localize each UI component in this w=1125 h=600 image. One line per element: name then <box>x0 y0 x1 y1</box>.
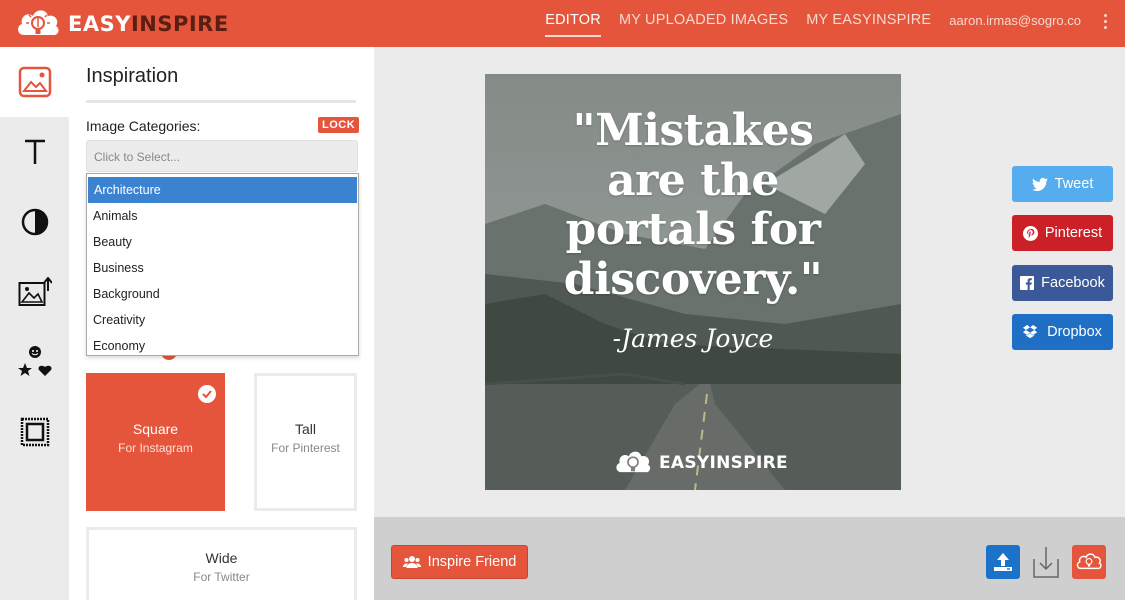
pinterest-button[interactable]: Pinterest <box>1012 215 1113 251</box>
logo-cloud-icon <box>18 10 59 36</box>
size-option-tall[interactable]: Tall For Pinterest <box>254 373 357 511</box>
quote-text[interactable]: "Mistakes are the portals for discovery.… <box>485 106 901 304</box>
rail-item-inspiration[interactable] <box>0 47 69 117</box>
frame-icon <box>20 417 49 447</box>
inspire-friend-label: Inspire Friend <box>427 554 517 570</box>
quote-author[interactable]: -James Joyce <box>485 324 901 353</box>
kebab-menu-icon[interactable] <box>1097 12 1113 30</box>
top-bar: EASYINSPIRE EDITOR MY UPLOADED IMAGES MY… <box>0 0 1125 47</box>
tweet-label: Tweet <box>1054 176 1094 192</box>
quote-line: are the <box>607 154 779 206</box>
size-option-square[interactable]: Square For Instagram <box>86 373 225 511</box>
image-upload-icon <box>18 277 52 306</box>
lock-button[interactable]: LOCK <box>318 117 360 133</box>
facebook-button[interactable]: Facebook <box>1012 265 1113 301</box>
quote-line: portals for <box>565 204 821 255</box>
rail-item-text[interactable] <box>0 117 69 187</box>
size-option-sub: For Pinterest <box>271 441 340 455</box>
panel-title: Inspiration <box>86 65 179 87</box>
upload-icon[interactable] <box>986 545 1020 579</box>
tweet-button[interactable]: Tweet <box>1012 166 1113 202</box>
size-option-sub: For Instagram <box>118 441 193 455</box>
panel-divider <box>86 100 356 103</box>
stickers-icon <box>17 346 52 376</box>
inspiration-panel: Inspiration Image Categories: LOCK Click… <box>69 47 374 600</box>
quote-line: discovery." <box>563 253 823 305</box>
category-select-placeholder: Click to Select... <box>94 150 181 164</box>
dropdown-option-beauty[interactable]: Beauty <box>87 229 358 255</box>
nav-editor[interactable]: EDITOR <box>545 12 601 37</box>
contrast-icon <box>21 208 48 236</box>
user-email[interactable]: aaron.irmas@sogro.co <box>949 13 1081 28</box>
image-icon <box>18 66 51 98</box>
size-option-sub: For Twitter <box>193 570 250 584</box>
watermark: EASYINSPIRE <box>613 447 788 479</box>
quote-line: "Mistakes <box>572 105 814 156</box>
tool-rail <box>0 47 69 600</box>
rail-item-contrast[interactable] <box>0 187 69 257</box>
twitter-icon <box>1031 177 1048 191</box>
pinterest-icon <box>1022 225 1038 241</box>
nav-my-uploaded-images[interactable]: MY UPLOADED IMAGES <box>619 12 788 28</box>
logo-text: EASYINSPIRE <box>68 12 229 36</box>
nav-my-easyinspire[interactable]: MY EASYINSPIRE <box>806 12 931 28</box>
inspire-friend-button[interactable]: Inspire Friend <box>391 545 528 579</box>
facebook-label: Facebook <box>1041 275 1105 291</box>
check-icon <box>198 385 216 403</box>
rail-item-upload-image[interactable] <box>0 257 69 327</box>
top-nav: EDITOR MY UPLOADED IMAGES MY EASYINSPIRE… <box>545 12 1125 37</box>
pinterest-label: Pinterest <box>1044 225 1103 241</box>
download-icon[interactable] <box>1029 545 1063 579</box>
category-dropdown: Architecture Animals Beauty Business Bac… <box>86 173 359 356</box>
dropdown-option-business[interactable]: Business <box>87 255 358 281</box>
users-icon <box>402 555 421 569</box>
size-option-name: Square <box>132 421 179 437</box>
logo-text-dark: INSPIRE <box>130 12 229 36</box>
dropdown-option-economy[interactable]: Economy <box>87 333 358 355</box>
dropdown-option-creativity[interactable]: Creativity <box>87 307 358 333</box>
logo-cloud-icon <box>616 451 651 473</box>
facebook-icon <box>1020 276 1035 290</box>
dropdown-option-animals[interactable]: Animals <box>87 203 358 229</box>
dropbox-label: Dropbox <box>1047 324 1102 340</box>
watermark-text: EASYINSPIRE <box>659 453 788 473</box>
bottom-toolbar: Inspire Friend <box>374 517 1125 600</box>
text-icon <box>24 139 45 164</box>
dropdown-option-background[interactable]: Background <box>87 281 358 307</box>
rail-item-stickers[interactable] <box>0 327 69 397</box>
design-canvas[interactable]: "Mistakes are the portals for discovery.… <box>485 74 901 490</box>
size-option-wide[interactable]: Wide For Twitter <box>86 527 357 600</box>
logo-text-light: EASY <box>68 12 131 36</box>
size-option-name: Tall <box>294 421 316 437</box>
size-option-name: Wide <box>205 550 238 566</box>
dropbox-icon <box>1023 324 1040 340</box>
app-logo[interactable]: EASYINSPIRE <box>14 5 229 43</box>
category-select[interactable]: Click to Select... <box>86 140 358 172</box>
dropbox-button[interactable]: Dropbox <box>1012 314 1113 350</box>
image-categories-label: Image Categories: <box>86 118 201 134</box>
dropdown-option-architecture[interactable]: Architecture <box>88 177 357 203</box>
cloud-save-icon[interactable] <box>1072 545 1106 579</box>
rail-item-frame[interactable] <box>0 397 69 467</box>
